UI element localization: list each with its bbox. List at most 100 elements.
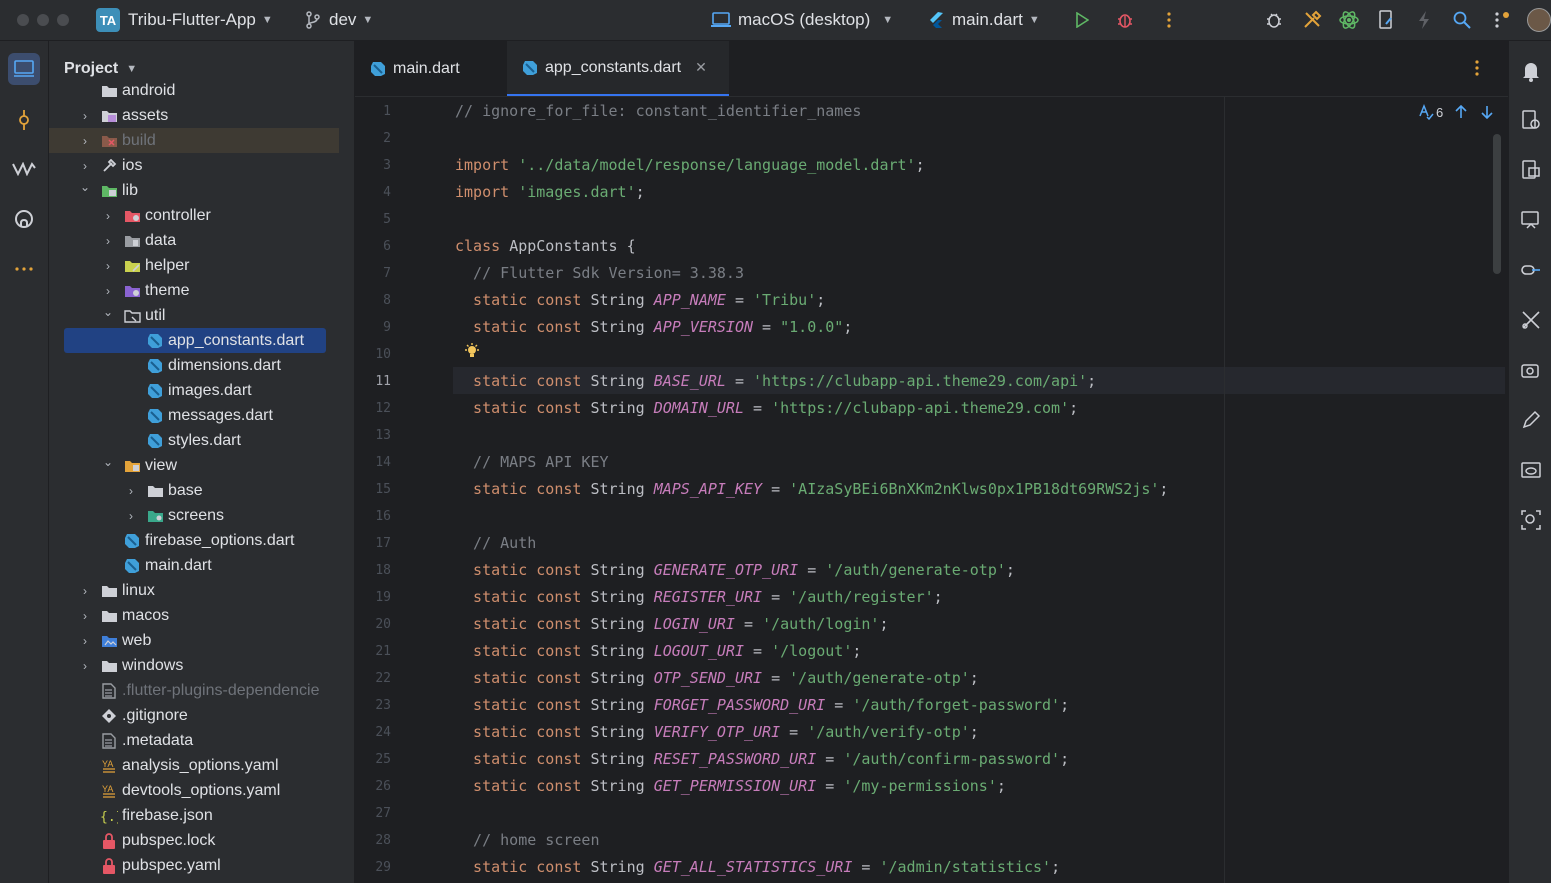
tree-item-macos[interactable]: › macos [49,603,339,628]
code-token: String [590,723,654,741]
inspection-widget[interactable]: 6 [1418,104,1493,120]
tree-item-linux[interactable]: › linux [49,578,339,603]
search-icon[interactable] [1450,8,1474,32]
code-line: // home screen [455,827,599,854]
project-selector[interactable]: TA Tribu-Flutter-App ▼ [96,0,273,40]
tree-item-firebase-json[interactable]: {.} firebase.json [49,803,339,828]
code-token: static const [455,777,591,795]
tree-item-dimensions-dart[interactable]: dimensions.dart [49,353,339,378]
tree-item-screens[interactable]: › screens [49,503,339,528]
build-tools-icon[interactable] [1300,8,1324,32]
tree-item-theme[interactable]: › theme [49,278,339,303]
tree-item-flutter-plugins-dependencie[interactable]: .flutter-plugins-dependencie [49,678,339,703]
chevron-right-icon[interactable]: › [78,159,92,173]
commit-icon[interactable] [8,104,40,136]
window-close-button[interactable] [17,14,29,26]
tree-item-util[interactable]: ⌄ util [49,303,339,328]
tree-item-view[interactable]: ⌄ view [49,453,339,478]
link-icon[interactable] [1519,258,1543,282]
hot-reload-icon[interactable] [1412,8,1436,32]
code-token: static const [455,588,591,606]
tree-item-images-dart[interactable]: images.dart [49,378,339,403]
device-explorer-icon[interactable] [1519,158,1543,182]
git-branch-icon [305,11,321,29]
tree-item-messages-dart[interactable]: messages.dart [49,403,339,428]
edit-icon[interactable] [1519,408,1543,432]
tree-item-windows[interactable]: › windows [49,653,339,678]
tree-item-assets[interactable]: › assets [49,103,339,128]
chevron-right-icon[interactable]: › [101,234,115,248]
tree-item-app-constants-dart[interactable]: app_constants.dart [64,328,326,353]
window-minimize-button[interactable] [37,14,49,26]
preview-icon[interactable] [1519,458,1543,482]
tree-item-main-dart[interactable]: main.dart [49,553,339,578]
tree-item-ios[interactable]: › ios [49,153,339,178]
chevron-right-icon[interactable]: › [101,209,115,223]
structure-icon[interactable] [8,153,40,185]
camera-icon[interactable] [1519,358,1543,382]
branch-selector[interactable]: dev ▼ [305,0,373,40]
tree-item-label: ios [122,156,143,174]
bug-settings-icon[interactable] [1262,8,1286,32]
chevron-right-icon[interactable]: › [78,134,92,148]
atom-icon[interactable] [1337,8,1361,32]
tree-item-build[interactable]: › build [49,128,339,153]
emulator-icon[interactable] [1519,208,1543,232]
tab-app-constants-dart[interactable]: app_constants.dart ✕ [507,41,729,96]
code-token: ; [1159,480,1169,498]
tree-item-analysis-options-yaml[interactable]: YA analysis_options.yaml [49,753,339,778]
tree-item-devtools-options-yaml[interactable]: YA devtools_options.yaml [49,778,339,803]
github-icon[interactable] [8,203,40,235]
tree-item-base[interactable]: › base [49,478,339,503]
chevron-down-icon[interactable]: ⌄ [101,455,115,469]
arrow-up-icon[interactable] [1455,105,1467,119]
arrow-down-icon[interactable] [1481,105,1493,119]
device-manager-icon[interactable] [1519,108,1543,132]
avatar[interactable] [1527,8,1551,32]
device-selector[interactable]: macOS (desktop) ▼ [710,0,893,40]
tab-options-icon[interactable] [1475,59,1479,77]
settings-icon[interactable] [1490,8,1514,32]
tree-item-data[interactable]: › data [49,228,339,253]
tree-item-lib[interactable]: ⌄ lib [49,178,339,203]
run-config-selector[interactable]: main.dart ▼ [928,0,1040,40]
chevron-right-icon[interactable]: › [101,259,115,273]
tab-main-dart[interactable]: main.dart [355,41,505,96]
close-icon[interactable]: ✕ [695,59,707,76]
code-editor[interactable]: // ignore_for_file: constant_identifier_… [455,97,1505,883]
chevron-right-icon[interactable]: › [78,659,92,673]
run-icon[interactable] [1070,8,1094,32]
project-view-icon[interactable] [8,53,40,85]
more-actions-icon[interactable] [1157,8,1181,32]
tools-icon[interactable] [1519,308,1543,332]
tree-item-controller[interactable]: › controller [49,203,339,228]
tree-item-styles-dart[interactable]: styles.dart [49,428,339,453]
chevron-down-icon[interactable]: ⌄ [78,180,92,194]
notifications-icon[interactable] [1519,59,1543,83]
code-token: ; [843,318,853,336]
tree-item-web[interactable]: › web [49,628,339,653]
tree-item-gitignore[interactable]: .gitignore [49,703,339,728]
tree-item-label: pubspec.yaml [122,856,221,874]
window-zoom-button[interactable] [57,14,69,26]
chevron-right-icon[interactable]: › [124,509,138,523]
chevron-down-icon[interactable]: ⌄ [101,305,115,319]
device-file-icon[interactable] [1374,8,1398,32]
chevron-right-icon[interactable]: › [78,584,92,598]
tree-item-pubspec-yaml[interactable]: pubspec.yaml [49,853,339,878]
chevron-right-icon[interactable]: › [124,484,138,498]
tree-item-android[interactable]: android [49,78,339,103]
more-tools-icon[interactable] [8,253,40,285]
editor-scrollbar[interactable] [1493,134,1501,274]
tree-item-metadata[interactable]: .metadata [49,728,339,753]
tree-item-helper[interactable]: › helper [49,253,339,278]
tree-item-label: screens [168,506,225,524]
debug-icon[interactable] [1113,8,1137,32]
chevron-right-icon[interactable]: › [78,634,92,648]
chevron-right-icon[interactable]: › [78,609,92,623]
tree-item-pubspec-lock[interactable]: pubspec.lock [49,828,339,853]
chevron-right-icon[interactable]: › [78,109,92,123]
tree-item-firebase-options-dart[interactable]: firebase_options.dart [49,528,339,553]
inspector-icon[interactable] [1519,508,1543,532]
chevron-right-icon[interactable]: › [101,284,115,298]
